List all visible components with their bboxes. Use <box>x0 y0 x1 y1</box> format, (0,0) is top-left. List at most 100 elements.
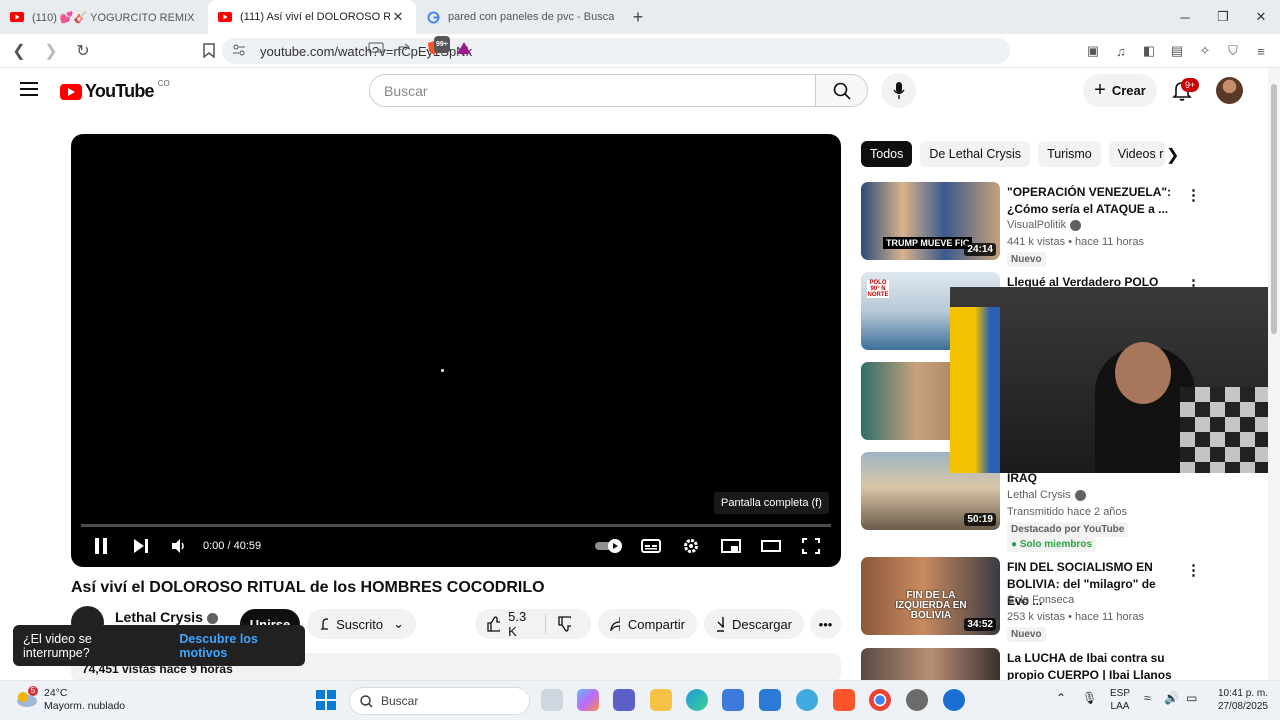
close-tab-icon[interactable]: ✕ <box>390 9 406 25</box>
browser-tab-1[interactable]: (110) 💕🎸 YOGURCITO REMIX | BL <box>0 0 208 34</box>
create-button[interactable]: + Crear <box>1083 74 1157 107</box>
site-info-icon[interactable] <box>232 44 246 59</box>
wifi-icon[interactable]: ≈ <box>1144 692 1151 705</box>
recommendation-item[interactable]: FIN DE LA IZQUIERDA EN BOLIVIA 34:52 FIN… <box>861 557 1201 643</box>
subscribed-button[interactable]: Suscrito ⌄ <box>307 609 416 639</box>
store-icon[interactable] <box>722 689 744 711</box>
new-tab-icon[interactable]: + <box>624 7 652 28</box>
battery-icon[interactable]: ▭ <box>1186 692 1197 705</box>
more-options-icon[interactable]: ⋮ <box>1186 652 1191 670</box>
tray-chevron-up-icon[interactable]: ⌃ <box>1056 692 1066 705</box>
music-icon[interactable]: ♫ <box>1112 42 1130 60</box>
more-options-icon[interactable]: ⋮ <box>1186 561 1201 579</box>
theater-mode-icon[interactable] <box>759 534 783 558</box>
taskbar-search[interactable]: Buscar <box>349 687 530 715</box>
menu-icon[interactable]: ≡ <box>1252 42 1270 60</box>
weather-alert-badge: 5 <box>28 686 38 696</box>
vpn-icon[interactable]: ⛉ <box>1224 42 1242 60</box>
sidebar-icon[interactable]: ◧ <box>1140 42 1158 60</box>
speaker-icon[interactable]: 🔊 <box>1164 692 1179 705</box>
more-actions-icon[interactable]: ••• <box>810 609 841 639</box>
browser-tab-3[interactable]: pared con paneles de pvc - Buscar co <box>416 0 624 34</box>
wallet2-icon[interactable]: ▤ <box>1168 42 1186 60</box>
page-scrollbar[interactable] <box>1268 68 1280 680</box>
recommendation-item[interactable]: La LUCHA de Ibai contra su propio CUERPO… <box>861 648 1191 680</box>
fullscreen-icon[interactable] <box>799 534 823 558</box>
more-options-icon[interactable]: ⋮ <box>1186 186 1201 204</box>
thumbnail[interactable]: TRUMP MUEVE FIC 24:14 <box>861 182 1000 260</box>
share-arrow-icon <box>610 617 620 631</box>
like-icon[interactable] <box>487 616 501 632</box>
copilot-icon[interactable] <box>577 689 599 711</box>
chrome-icon[interactable] <box>869 689 891 711</box>
url-field[interactable]: youtube.com/watch?v=rfCpEy1SpNk 99+ <box>222 36 1010 64</box>
app-icon[interactable] <box>759 689 781 711</box>
browser-tab-2[interactable]: (111) Así viví el DOLOROSO RITU ✕ <box>208 0 416 34</box>
maximize-icon[interactable]: ❐ <box>1204 0 1242 34</box>
thumbnail-caption: POLO 90° N NORTE <box>867 280 889 298</box>
search-button[interactable] <box>815 74 868 107</box>
wallet-icon[interactable]: ▣ <box>1084 42 1102 60</box>
chip-turismo[interactable]: Turismo <box>1038 141 1101 167</box>
browser-toolbar-icons: ▣ ♫ ◧ ▤ ✧ ⛉ ≡ <box>1084 38 1270 64</box>
brave-icon[interactable] <box>833 689 855 711</box>
brave-rewards-icon[interactable] <box>456 41 472 60</box>
app4-icon[interactable] <box>943 689 965 711</box>
cast-icon[interactable] <box>368 42 384 59</box>
autoplay-toggle-icon[interactable] <box>593 534 625 558</box>
thumbnail-caption: FIN DE LA IZQUIERDA EN BOLIVIA <box>895 590 967 621</box>
channel-name[interactable]: Lethal Crysis <box>115 609 218 625</box>
share-button[interactable]: Compartir <box>598 609 697 639</box>
weather-widget[interactable]: 5 24°C Mayorm. nublado <box>14 686 126 713</box>
teams-icon[interactable] <box>613 689 635 711</box>
like-count: 5.3 K <box>508 609 527 639</box>
close-window-icon[interactable]: ✕ <box>1242 0 1280 34</box>
scrollbar-thumb[interactable] <box>1271 84 1277 334</box>
chip-todos[interactable]: Todos <box>861 141 913 167</box>
pause-icon[interactable] <box>89 534 113 558</box>
verified-icon <box>1070 219 1082 231</box>
like-dislike-group: 5.3 K <box>475 609 591 639</box>
account-avatar[interactable] <box>1216 77 1243 104</box>
video-player[interactable]: Pantalla completa (f) 0:00 / 40:59 <box>71 134 841 567</box>
settings-gear-icon[interactable] <box>679 534 703 558</box>
file-explorer-icon[interactable] <box>650 689 672 711</box>
toast-link[interactable]: Descubre los motivos <box>179 632 305 660</box>
weather-condition: Mayorm. nublado <box>44 700 126 712</box>
windows-start-icon[interactable] <box>315 689 337 711</box>
tray-mic-icon[interactable]: 🎙 <box>1082 692 1097 705</box>
bookmark-icon[interactable] <box>196 38 222 64</box>
task-view-icon[interactable] <box>541 689 563 711</box>
filter-chips: Todos De Lethal Crysis Turismo Videos r <box>861 141 1165 167</box>
download-button[interactable]: Descargar <box>704 609 804 639</box>
language-indicator[interactable]: ESP LAA <box>1110 687 1130 713</box>
chevron-right-icon[interactable]: ❯ <box>1166 145 1179 165</box>
volume-icon[interactable] <box>167 534 191 558</box>
edge-icon[interactable] <box>686 689 708 711</box>
dislike-icon[interactable] <box>558 616 571 632</box>
minimize-icon[interactable]: ─ <box>1166 0 1204 34</box>
search-input[interactable]: Buscar <box>369 74 816 107</box>
next-icon[interactable] <box>129 534 153 558</box>
share-icon[interactable] <box>398 42 412 59</box>
app2-icon[interactable] <box>796 689 818 711</box>
chip-de-lethal-crysis[interactable]: De Lethal Crysis <box>920 141 1031 167</box>
recommendation-item[interactable]: TRUMP MUEVE FIC 24:14 "OPERACIÓN VENEZUE… <box>861 182 1201 268</box>
reload-icon[interactable]: ↻ <box>70 38 96 64</box>
guide-menu-icon[interactable] <box>20 82 38 96</box>
app3-icon[interactable] <box>906 689 928 711</box>
chip-videos[interactable]: Videos r <box>1108 141 1165 167</box>
forward-icon[interactable]: ❯ <box>38 38 64 64</box>
brave-shield-icon[interactable]: 99+ <box>426 36 450 61</box>
browser-tab-strip: (110) 💕🎸 YOGURCITO REMIX | BL (111) Así … <box>0 0 1280 34</box>
youtube-logo[interactable]: YouTube CO <box>60 79 170 102</box>
leo-ai-icon[interactable]: ✧ <box>1196 42 1214 60</box>
subtitles-icon[interactable] <box>639 534 663 558</box>
back-icon[interactable]: ❮ <box>6 38 32 64</box>
thumbnail[interactable] <box>861 648 1000 680</box>
progress-bar[interactable] <box>81 524 831 527</box>
voice-search-button[interactable] <box>881 73 916 108</box>
clock[interactable]: 10:41 p. m. 27/08/2025 <box>1206 687 1268 713</box>
miniplayer-icon[interactable] <box>719 534 743 558</box>
thumbnail[interactable]: FIN DE LA IZQUIERDA EN BOLIVIA 34:52 <box>861 557 1000 635</box>
